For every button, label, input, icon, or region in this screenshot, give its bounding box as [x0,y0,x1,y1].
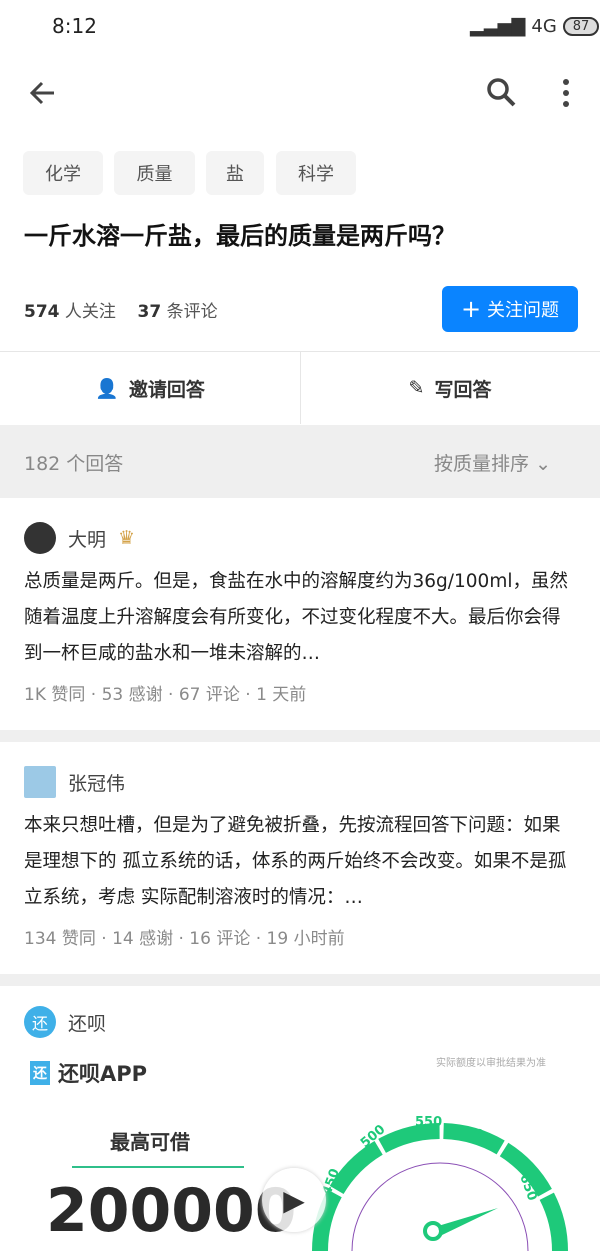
question-title: 一斤水溶一斤盐，最后的质量是两斤吗？ [24,222,456,250]
ad-amount: 200000 [46,1176,297,1246]
app-logo: 还 [30,1061,50,1085]
status-bar: 8:12 ▂▃▅▇ 4G 87 [0,0,600,55]
sort-dropdown[interactable]: 按质量排序 ⌄ [434,449,551,476]
badge-icon: ♛ [118,527,136,549]
answer-card[interactable]: 大明 ♛ 总质量是两斤。但是，食盐在水中的溶解度约为36g/100ml，虽然随着温… [24,522,576,705]
answer-meta: 1K 赞同 · 53 感谢 · 67 评论 · 1 天前 [24,685,307,705]
clock: 8:12 [52,14,97,38]
advertiser-logo: 还 [24,1006,56,1038]
sort-label: 按质量排序 [434,453,530,475]
network-type: 4G [531,16,557,37]
follow-label: 关注问题 [487,300,560,321]
chevron-down-icon: ⌄ [535,453,551,475]
avatar[interactable] [24,522,56,554]
follower-label: 人关注 [64,302,116,322]
avatar[interactable] [24,766,56,798]
separator [0,974,600,986]
gauge-label: 550 [415,1115,442,1130]
advertiser-name[interactable]: 还呗 [68,1009,106,1036]
battery-icon: 87 [562,17,600,36]
signal-icon: ▂▃▅▇ [470,16,526,37]
back-icon[interactable] [28,78,58,108]
answers-header: 182 个回答 按质量排序 ⌄ [0,425,600,498]
write-answer-button[interactable]: ✎ 写回答 [300,352,600,424]
answer-count: 182 个回答 [24,453,124,475]
follower-count: 574 [24,302,60,322]
divider [72,1166,244,1168]
answer-card[interactable]: 张冠伟 本来只想吐槽，但是为了避免被折叠，先按流程回答下问题：如果是理想下的 孤… [24,766,576,949]
invite-answer-button[interactable]: 👤 邀请回答 [0,352,300,424]
ad-headline: 最高可借 [110,1130,190,1154]
play-video-button[interactable]: ▶ [262,1168,326,1232]
answer-excerpt: 本来只想吐槽，但是为了避免被折叠，先按流程回答下问题：如果是理想下的 孤立系统的… [24,815,567,908]
edit-icon: ✎ [408,377,425,399]
tag-mass[interactable]: 质量 [114,151,195,195]
follow-question-button[interactable]: + 关注问题 [442,286,578,332]
separator [0,730,600,742]
ad-app-name: 还呗APP [58,1062,148,1086]
comment-label[interactable]: 条评论 [167,302,218,322]
answer-excerpt: 总质量是两斤。但是，食盐在水中的溶解度约为36g/100ml，虽然随着温度上升溶… [24,571,568,664]
status-icons: ▂▃▅▇ 4G 87 [470,16,600,37]
ad-disclaimer: 实际额度以审批结果为准 [436,1058,546,1069]
tag-salt[interactable]: 盐 [206,151,264,195]
author-name[interactable]: 张冠伟 [68,769,125,796]
ad-card[interactable]: 还还呗 还还呗APP 实际额度以审批结果为准 最高可借 200000 500 5… [0,986,600,1252]
answer-meta: 134 赞同 · 14 感谢 · 16 评论 · 19 小时前 [24,929,345,949]
gauge-graphic: 500 550 600 650 450 [312,1115,568,1252]
tag-chemistry[interactable]: 化学 [23,151,103,195]
more-icon[interactable] [558,78,574,108]
tag-science[interactable]: 科学 [276,151,356,195]
write-label: 写回答 [434,378,492,401]
search-icon[interactable] [485,76,517,108]
add-person-icon: 👤 [95,377,119,400]
question-stats: 574 人关注 37 条评论 [24,297,218,322]
author-name[interactable]: 大明 [68,525,106,552]
comment-count[interactable]: 37 [138,302,162,322]
invite-label: 邀请回答 [128,378,205,401]
plus-icon: + [460,295,482,323]
